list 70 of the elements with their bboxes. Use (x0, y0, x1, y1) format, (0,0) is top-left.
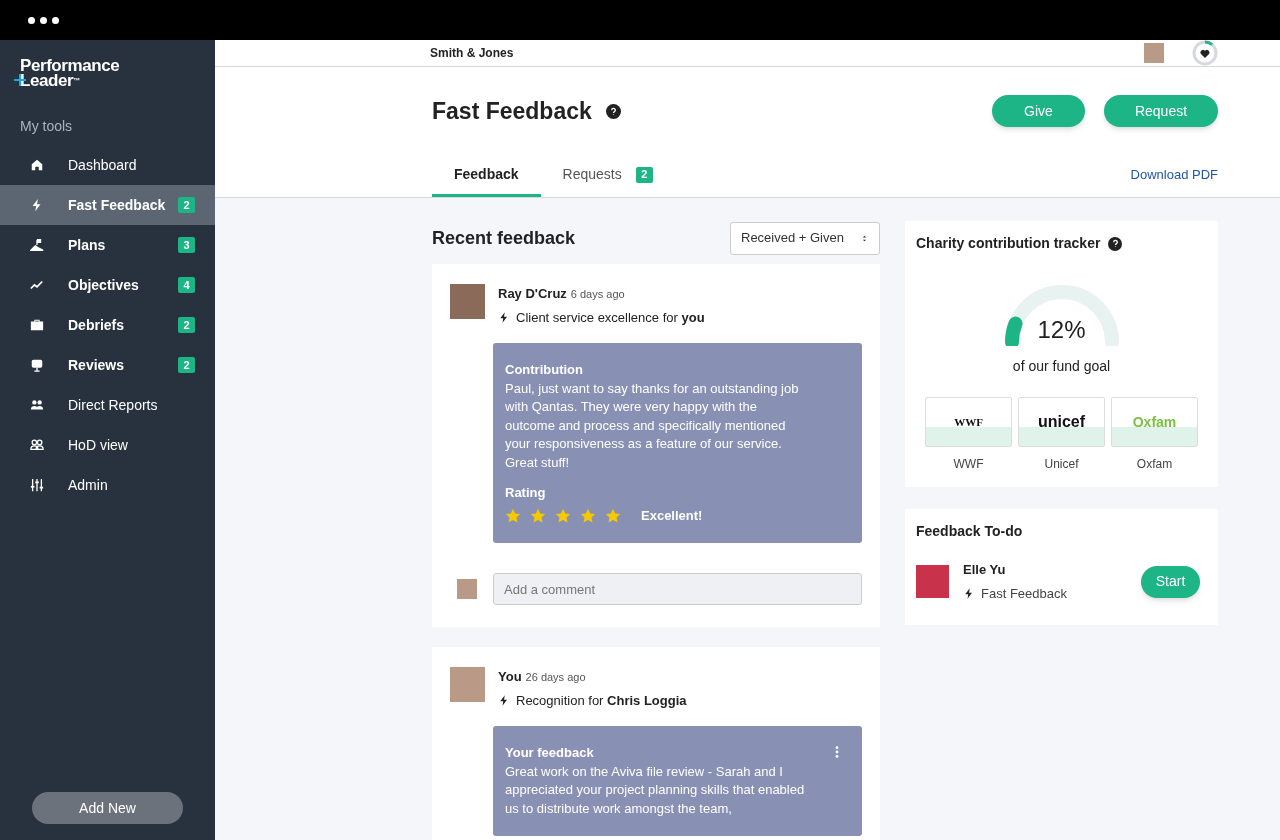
star-icon (605, 507, 621, 524)
tab[interactable]: Requests 2 (540, 155, 675, 197)
timestamp: 26 days ago (525, 670, 586, 685)
count-badge: 4 (178, 277, 195, 293)
avatar-photo-placeholder (1144, 43, 1164, 63)
sidebar-item[interactable]: Dashboard (0, 145, 215, 185)
comment-field[interactable]: Add a comment (493, 573, 862, 605)
help-icon (605, 103, 621, 119)
author-name: Ray D'Cruz (498, 285, 567, 303)
house-icon (30, 158, 44, 172)
count-badge: 2 (178, 317, 195, 333)
count-badge: 2 (178, 197, 195, 213)
sidebar-item[interactable]: Direct Reports (0, 385, 215, 425)
people-outline-icon (30, 438, 44, 452)
company-name: Smith & Jones (430, 45, 515, 62)
count-badge: 2 (635, 166, 653, 183)
flag-hill-icon (30, 238, 44, 252)
tab[interactable]: Feedback (432, 155, 541, 197)
logo: Performance Leader$^{™}$ (20, 58, 215, 88)
charity-name: Oxfam (1136, 456, 1173, 473)
card-title: Charity contribution tracker (916, 234, 1101, 253)
panel-heading: Contribution (505, 361, 583, 379)
count-badge: 3 (178, 237, 195, 253)
avatar-photo-placeholder (450, 284, 485, 319)
star-icon (555, 507, 571, 524)
panel-heading: Your feedback (505, 744, 594, 762)
rating-text: Excellent! (641, 506, 703, 525)
people-icon (30, 398, 44, 412)
charity-name: Unicef (1044, 456, 1079, 473)
avatar-photo-placeholder (457, 579, 477, 599)
charity-logo[interactable]: unicef (1018, 397, 1105, 447)
percentage: 12% (1037, 315, 1086, 345)
timestamp: 6 days ago (570, 287, 625, 302)
feedback-text: Great work on the Aviva file review - Sarah and I appreciated your project planning skills that enabled us to distribute work amongst the team, (505, 762, 806, 818)
caption: of our fund goal (1011, 357, 1112, 376)
filter-dropdown[interactable]: Received + Given (730, 221, 880, 255)
star-icon (505, 507, 521, 524)
section-title: Recent feedback (432, 226, 576, 250)
section-heading: My tools (20, 117, 74, 136)
feedback-text: Paul, just want to say thanks for an outstanding job with Qantas. They were very happy with the outcome and process and specifically mentioned your responsiveness as a feature of our service. Great stuff! (505, 379, 800, 472)
sidebar-item[interactable]: Fast Feedback 2 (0, 185, 215, 225)
person-name: Elle Yu (963, 561, 1007, 579)
sliders-icon (30, 478, 44, 492)
sidebar-item[interactable]: Plans 3 (0, 225, 215, 265)
help-icon (1108, 236, 1123, 251)
feedback-type: Fast Feedback (981, 584, 1067, 603)
avatar-photo-placeholder (916, 565, 949, 598)
card-title: Feedback To-do (916, 522, 1024, 541)
trend-icon (30, 278, 44, 292)
avatar-photo-placeholder (450, 667, 485, 702)
charity-name: WWF (953, 456, 984, 473)
sidebar-item[interactable]: Objectives 4 (0, 265, 215, 305)
sidebar-item[interactable]: Debriefs 2 (0, 305, 215, 345)
author-name: You (498, 668, 522, 686)
sidebar-item[interactable]: Admin (0, 465, 215, 505)
sidebar-item[interactable]: Reviews 2 (0, 345, 215, 385)
page-title: Fast Feedback (432, 96, 592, 126)
rating-label: Rating (505, 484, 547, 502)
briefcase-icon (30, 318, 44, 332)
star-icon (530, 507, 546, 524)
feedback-subject: Client service excellence for you (516, 308, 705, 327)
charity-logo[interactable]: WWF (925, 397, 1012, 447)
star-icon (580, 507, 596, 524)
count-badge: 2 (178, 357, 195, 373)
presentation-icon (30, 358, 44, 372)
add-new-button[interactable]: Add New (32, 792, 183, 824)
feedback-subject: Recognition for Chris Loggia (516, 691, 687, 710)
window-controls-icon (28, 16, 59, 24)
download-link[interactable]: Download PDF (1130, 164, 1218, 188)
sidebar-item[interactable]: HoD view (0, 425, 215, 465)
